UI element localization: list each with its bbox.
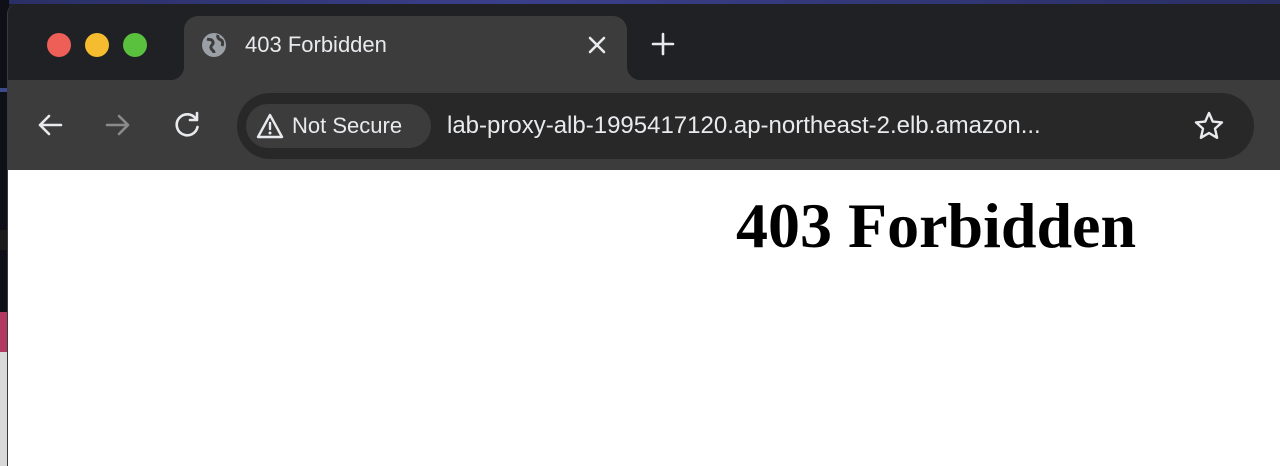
tab-title: 403 Forbidden <box>245 32 387 57</box>
page-content: 403 Forbidden <box>8 170 1280 466</box>
browser-window: 403 Forbidden Not Secure lab-proxy-alb-1… <box>8 4 1280 466</box>
plus-icon[interactable] <box>650 31 676 57</box>
security-chip[interactable]: Not Secure <box>246 104 431 148</box>
close-window-button[interactable] <box>47 33 71 57</box>
arrow-left-icon[interactable] <box>35 110 65 140</box>
warning-triangle-icon <box>256 113 284 139</box>
minimize-window-button[interactable] <box>85 33 109 57</box>
arrow-right-icon[interactable] <box>103 110 133 140</box>
close-icon[interactable] <box>585 33 609 57</box>
toolbar: Not Secure lab-proxy-alb-1995417120.ap-n… <box>8 80 1280 170</box>
globe-icon <box>202 33 226 57</box>
star-icon[interactable] <box>1193 110 1225 142</box>
maximize-window-button[interactable] <box>123 33 147 57</box>
url-text[interactable]: lab-proxy-alb-1995417120.ap-northeast-2.… <box>447 110 1041 142</box>
page-heading: 403 Forbidden <box>735 190 1137 261</box>
security-label: Not Secure <box>292 113 403 138</box>
tab-strip: 403 Forbidden <box>8 4 1280 80</box>
tab-active[interactable]: 403 Forbidden <box>170 16 641 80</box>
reload-icon[interactable] <box>172 110 202 140</box>
address-bar[interactable]: Not Secure lab-proxy-alb-1995417120.ap-n… <box>237 93 1254 159</box>
